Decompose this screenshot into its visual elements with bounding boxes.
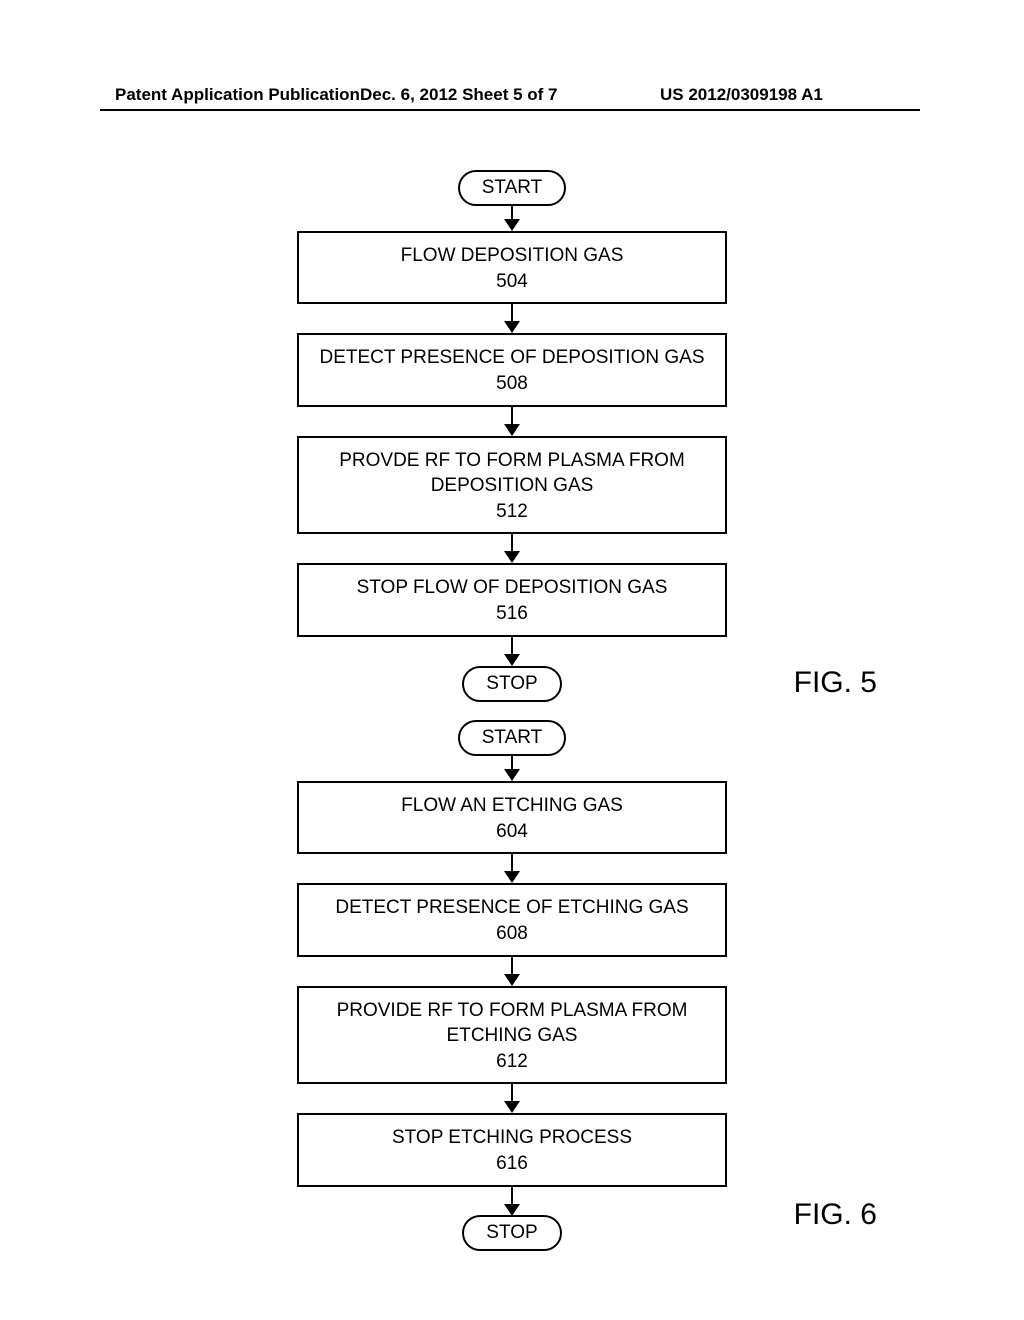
start-terminator: START [458, 720, 567, 756]
arrow-icon [504, 854, 520, 883]
step-number: 604 [307, 819, 717, 845]
step-508: DETECT PRESENCE OF DEPOSITION GAS 508 [297, 333, 727, 406]
step-text: PROVDE RF TO FORM PLASMA FROM [339, 450, 685, 471]
step-612: PROVIDE RF TO FORM PLASMA FROM ETCHING G… [297, 986, 727, 1085]
start-terminator: START [458, 170, 567, 206]
step-text-line2: DEPOSITION GAS [431, 475, 594, 496]
arrow-icon [504, 534, 520, 563]
step-616: STOP ETCHING PROCESS 616 [297, 1113, 727, 1186]
step-text: FLOW AN ETCHING GAS [401, 795, 623, 816]
step-text: DETECT PRESENCE OF ETCHING GAS [335, 897, 688, 918]
step-number: 616 [307, 1151, 717, 1177]
step-number: 512 [307, 499, 717, 525]
arrow-icon [504, 756, 520, 781]
figure-label-5: FIG. 5 [794, 666, 877, 700]
step-text-line2: ETCHING GAS [447, 1025, 578, 1046]
step-text: STOP FLOW OF DEPOSITION GAS [357, 577, 668, 598]
step-608: DETECT PRESENCE OF ETCHING GAS 608 [297, 883, 727, 956]
step-number: 516 [307, 601, 717, 627]
step-512: PROVDE RF TO FORM PLASMA FROM DEPOSITION… [297, 436, 727, 535]
step-number: 504 [307, 269, 717, 295]
figure-label-6: FIG. 6 [794, 1198, 877, 1232]
arrow-icon [504, 1187, 520, 1216]
step-text: STOP ETCHING PROCESS [392, 1127, 632, 1148]
arrow-icon [504, 957, 520, 986]
step-516: STOP FLOW OF DEPOSITION GAS 516 [297, 563, 727, 636]
flowchart-fig5: START FLOW DEPOSITION GAS 504 DETECT PRE… [297, 170, 727, 702]
step-number: 608 [307, 921, 717, 947]
flowchart-fig6: START FLOW AN ETCHING GAS 604 DETECT PRE… [297, 720, 727, 1251]
arrow-icon [504, 407, 520, 436]
arrow-icon [504, 1084, 520, 1113]
step-604: FLOW AN ETCHING GAS 604 [297, 781, 727, 854]
step-number: 612 [307, 1049, 717, 1075]
header-center: Dec. 6, 2012 Sheet 5 of 7 [360, 85, 558, 105]
arrow-icon [504, 304, 520, 333]
step-text: PROVIDE RF TO FORM PLASMA FROM [337, 1000, 688, 1021]
stop-terminator: STOP [462, 1215, 561, 1251]
header-left: Patent Application Publication [115, 85, 360, 105]
stop-terminator: STOP [462, 666, 561, 702]
step-504: FLOW DEPOSITION GAS 504 [297, 231, 727, 304]
header-right: US 2012/0309198 A1 [660, 85, 823, 105]
step-text: FLOW DEPOSITION GAS [401, 245, 624, 266]
header-rule [100, 109, 920, 111]
patent-page: Patent Application Publication Dec. 6, 2… [0, 0, 1024, 1320]
label-row: FIG. 6 [297, 1216, 727, 1217]
arrow-icon [504, 637, 520, 666]
arrow-icon [504, 206, 520, 231]
step-text: DETECT PRESENCE OF DEPOSITION GAS [320, 347, 705, 368]
stop-row: STOP FIG. 5 [297, 666, 727, 702]
step-number: 508 [307, 371, 717, 397]
